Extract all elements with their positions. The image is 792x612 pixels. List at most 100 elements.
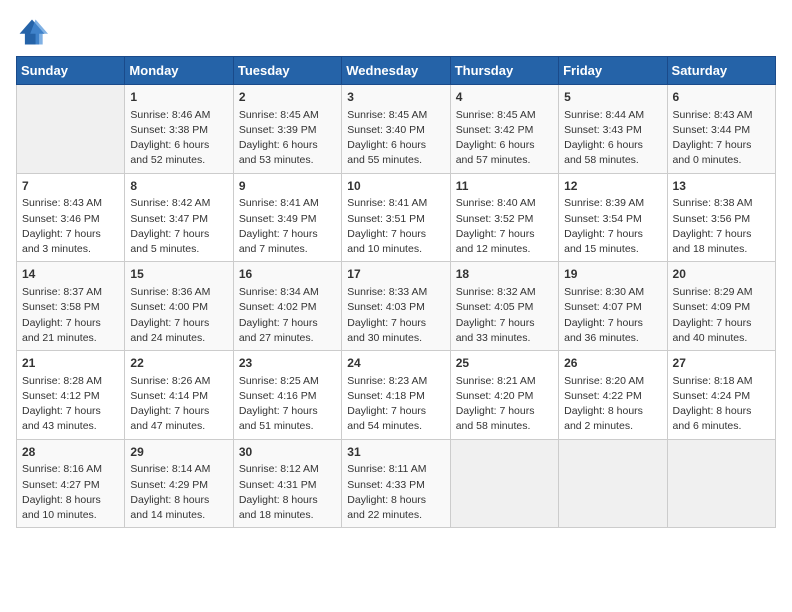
day-info: Sunrise: 8:42 AMSunset: 3:47 PMDaylight:…	[130, 196, 227, 257]
day-info: Sunrise: 8:12 AMSunset: 4:31 PMDaylight:…	[239, 462, 336, 523]
calendar-cell: 20 Sunrise: 8:29 AMSunset: 4:09 PMDayligh…	[667, 262, 775, 351]
calendar-cell: 7Sunrise: 8:43 AMSunset: 3:46 PMDaylight…	[17, 173, 125, 262]
day-info: Sunrise: 8:18 AMSunset: 4:24 PMDaylight:…	[673, 374, 770, 435]
calendar-cell: 12Sunrise: 8:39 AMSunset: 3:54 PMDayligh…	[559, 173, 667, 262]
day-info: Sunrise: 8:34 AMSunset: 4:02 PMDaylight:…	[239, 285, 336, 346]
calendar-cell: 29Sunrise: 8:14 AMSunset: 4:29 PMDayligh…	[125, 439, 233, 528]
day-number: 30	[239, 444, 336, 461]
calendar-cell: 10Sunrise: 8:41 AMSunset: 3:51 PMDayligh…	[342, 173, 450, 262]
day-info: Sunrise: 8:23 AMSunset: 4:18 PMDaylight:…	[347, 374, 444, 435]
day-info: Sunrise: 8:20 AMSunset: 4:22 PMDaylight:…	[564, 374, 661, 435]
day-number: 24	[347, 355, 444, 372]
weekday-header: Friday	[559, 57, 667, 85]
calendar-cell: 14 Sunrise: 8:37 AMSunset: 3:58 PMDayligh…	[17, 262, 125, 351]
day-number: 8	[130, 178, 227, 195]
day-info: Sunrise: 8:21 AMSunset: 4:20 PMDaylight:…	[456, 374, 553, 435]
calendar-cell: 1 Sunrise: 8:46 AMSunset: 3:38 PMDaylight…	[125, 85, 233, 174]
weekday-header: Wednesday	[342, 57, 450, 85]
day-number: 14	[22, 266, 119, 283]
day-number: 28	[22, 444, 119, 461]
day-number: 27	[673, 355, 770, 372]
day-number: 11	[456, 178, 553, 195]
logo	[16, 16, 52, 48]
day-number: 17	[347, 266, 444, 283]
calendar-cell: 5 Sunrise: 8:44 AMSunset: 3:43 PMDaylight…	[559, 85, 667, 174]
day-info: Sunrise: 8:33 AMSunset: 4:03 PMDaylight:…	[347, 285, 444, 346]
day-info: Sunrise: 8:41 AMSunset: 3:49 PMDaylight:…	[239, 196, 336, 257]
day-info: Sunrise: 8:45 AMSunset: 3:39 PMDaylight:…	[239, 108, 336, 169]
calendar-cell: 2Sunrise: 8:45 AMSunset: 3:39 PMDaylight…	[233, 85, 341, 174]
calendar-cell: 9Sunrise: 8:41 AMSunset: 3:49 PMDaylight…	[233, 173, 341, 262]
calendar-cell: 24 Sunrise: 8:23 AMSunset: 4:18 PMDayligh…	[342, 351, 450, 440]
day-info: Sunrise: 8:40 AMSunset: 3:52 PMDaylight:…	[456, 196, 553, 257]
day-info: Sunrise: 8:36 AMSunset: 4:00 PMDaylight:…	[130, 285, 227, 346]
day-number: 12	[564, 178, 661, 195]
day-info: Sunrise: 8:32 AMSunset: 4:05 PMDaylight:…	[456, 285, 553, 346]
day-number: 3	[347, 89, 444, 106]
day-number: 10	[347, 178, 444, 195]
day-info: Sunrise: 8:16 AMSunset: 4:27 PMDaylight:…	[22, 462, 119, 523]
day-number: 6	[673, 89, 770, 106]
day-info: Sunrise: 8:45 AMSunset: 3:42 PMDaylight:…	[456, 108, 553, 169]
calendar-cell	[667, 439, 775, 528]
day-info: Sunrise: 8:11 AMSunset: 4:33 PMDaylight:…	[347, 462, 444, 523]
calendar-cell: 22 Sunrise: 8:26 AMSunset: 4:14 PMDayligh…	[125, 351, 233, 440]
day-info: Sunrise: 8:37 AMSunset: 3:58 PMDaylight:…	[22, 285, 119, 346]
day-info: Sunrise: 8:30 AMSunset: 4:07 PMDaylight:…	[564, 285, 661, 346]
calendar-cell: 11Sunrise: 8:40 AMSunset: 3:52 PMDayligh…	[450, 173, 558, 262]
calendar-table: SundayMondayTuesdayWednesdayThursdayFrid…	[16, 56, 776, 528]
calendar-cell: 3 Sunrise: 8:45 AMSunset: 3:40 PMDaylight…	[342, 85, 450, 174]
day-info: Sunrise: 8:38 AMSunset: 3:56 PMDaylight:…	[673, 196, 770, 257]
calendar-cell: 17 Sunrise: 8:33 AMSunset: 4:03 PMDayligh…	[342, 262, 450, 351]
calendar-cell	[17, 85, 125, 174]
day-info: Sunrise: 8:26 AMSunset: 4:14 PMDaylight:…	[130, 374, 227, 435]
day-number: 29	[130, 444, 227, 461]
calendar-cell: 8Sunrise: 8:42 AMSunset: 3:47 PMDaylight…	[125, 173, 233, 262]
calendar-cell: 26 Sunrise: 8:20 AMSunset: 4:22 PMDayligh…	[559, 351, 667, 440]
day-number: 26	[564, 355, 661, 372]
day-number: 21	[22, 355, 119, 372]
logo-icon	[16, 16, 48, 48]
day-number: 9	[239, 178, 336, 195]
day-info: Sunrise: 8:29 AMSunset: 4:09 PMDaylight:…	[673, 285, 770, 346]
calendar-cell: 23 Sunrise: 8:25 AMSunset: 4:16 PMDayligh…	[233, 351, 341, 440]
calendar-cell	[559, 439, 667, 528]
calendar-cell: 31Sunrise: 8:11 AMSunset: 4:33 PMDayligh…	[342, 439, 450, 528]
day-number: 13	[673, 178, 770, 195]
day-number: 1	[130, 89, 227, 106]
day-number: 19	[564, 266, 661, 283]
calendar-cell: 4 Sunrise: 8:45 AMSunset: 3:42 PMDaylight…	[450, 85, 558, 174]
day-number: 20	[673, 266, 770, 283]
day-number: 31	[347, 444, 444, 461]
day-number: 18	[456, 266, 553, 283]
day-number: 25	[456, 355, 553, 372]
calendar-cell: 21Sunrise: 8:28 AMSunset: 4:12 PMDayligh…	[17, 351, 125, 440]
calendar-cell: 28Sunrise: 8:16 AMSunset: 4:27 PMDayligh…	[17, 439, 125, 528]
calendar-cell: 6 Sunrise: 8:43 AMSunset: 3:44 PMDaylight…	[667, 85, 775, 174]
day-info: Sunrise: 8:44 AMSunset: 3:43 PMDaylight:…	[564, 108, 661, 169]
calendar-cell: 15 Sunrise: 8:36 AMSunset: 4:00 PMDayligh…	[125, 262, 233, 351]
weekday-header: Monday	[125, 57, 233, 85]
day-number: 4	[456, 89, 553, 106]
day-number: 22	[130, 355, 227, 372]
day-info: Sunrise: 8:46 AMSunset: 3:38 PMDaylight:…	[130, 108, 227, 169]
calendar-cell: 27 Sunrise: 8:18 AMSunset: 4:24 PMDayligh…	[667, 351, 775, 440]
weekday-header: Sunday	[17, 57, 125, 85]
calendar-cell: 16 Sunrise: 8:34 AMSunset: 4:02 PMDayligh…	[233, 262, 341, 351]
calendar-cell: 25 Sunrise: 8:21 AMSunset: 4:20 PMDayligh…	[450, 351, 558, 440]
calendar-cell: 18 Sunrise: 8:32 AMSunset: 4:05 PMDayligh…	[450, 262, 558, 351]
day-number: 23	[239, 355, 336, 372]
day-number: 5	[564, 89, 661, 106]
day-info: Sunrise: 8:45 AMSunset: 3:40 PMDaylight:…	[347, 108, 444, 169]
day-number: 15	[130, 266, 227, 283]
calendar-cell	[450, 439, 558, 528]
weekday-header: Tuesday	[233, 57, 341, 85]
page-header	[16, 16, 776, 48]
day-number: 16	[239, 266, 336, 283]
weekday-header: Thursday	[450, 57, 558, 85]
day-number: 7	[22, 178, 119, 195]
day-info: Sunrise: 8:25 AMSunset: 4:16 PMDaylight:…	[239, 374, 336, 435]
day-info: Sunrise: 8:43 AMSunset: 3:44 PMDaylight:…	[673, 108, 770, 169]
calendar-cell: 19 Sunrise: 8:30 AMSunset: 4:07 PMDayligh…	[559, 262, 667, 351]
day-info: Sunrise: 8:14 AMSunset: 4:29 PMDaylight:…	[130, 462, 227, 523]
